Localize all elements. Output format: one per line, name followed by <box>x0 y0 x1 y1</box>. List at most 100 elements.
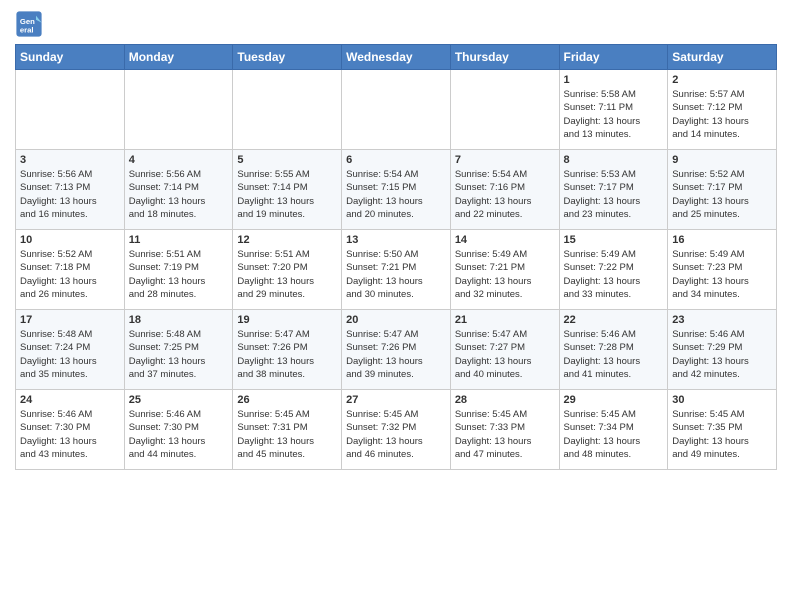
day-info: Sunrise: 5:47 AM Sunset: 7:27 PM Dayligh… <box>455 328 555 381</box>
day-info: Sunrise: 5:58 AM Sunset: 7:11 PM Dayligh… <box>564 88 664 141</box>
day-info: Sunrise: 5:48 AM Sunset: 7:24 PM Dayligh… <box>20 328 120 381</box>
day-info: Sunrise: 5:57 AM Sunset: 7:12 PM Dayligh… <box>672 88 772 141</box>
day-number: 10 <box>20 234 120 246</box>
day-info: Sunrise: 5:47 AM Sunset: 7:26 PM Dayligh… <box>237 328 337 381</box>
calendar-cell: 11 Sunrise: 5:51 AM Sunset: 7:19 PM Dayli… <box>124 230 233 310</box>
day-info: Sunrise: 5:45 AM Sunset: 7:32 PM Dayligh… <box>346 408 446 461</box>
calendar-cell: 21Sunrise: 5:47 AM Sunset: 7:27 PM Dayli… <box>450 310 559 390</box>
calendar-week-1: 1 Sunrise: 5:58 AM Sunset: 7:11 PM Daylig… <box>16 70 777 150</box>
calendar-cell: 23 Sunrise: 5:46 AM Sunset: 7:29 PM Dayli… <box>668 310 777 390</box>
day-number: 29 <box>564 394 664 406</box>
day-number: 18 <box>129 314 229 326</box>
day-number: 9 <box>672 154 772 166</box>
day-number: 6 <box>346 154 446 166</box>
calendar-cell: 27 Sunrise: 5:45 AM Sunset: 7:32 PM Dayli… <box>342 390 451 470</box>
day-info: Sunrise: 5:46 AM Sunset: 7:30 PM Dayligh… <box>20 408 120 461</box>
calendar-cell: 4 Sunrise: 5:56 AM Sunset: 7:14 PM Daylig… <box>124 150 233 230</box>
day-info: Sunrise: 5:49 AM Sunset: 7:22 PM Dayligh… <box>564 248 664 301</box>
day-number: 30 <box>672 394 772 406</box>
day-number: 1 <box>564 74 664 86</box>
day-number: 16 <box>672 234 772 246</box>
day-number: 15 <box>564 234 664 246</box>
day-number: 5 <box>237 154 337 166</box>
calendar-cell <box>450 70 559 150</box>
day-number: 27 <box>346 394 446 406</box>
weekday-header-friday: Friday <box>559 45 668 70</box>
calendar-cell: 8 Sunrise: 5:53 AM Sunset: 7:17 PM Daylig… <box>559 150 668 230</box>
svg-text:eral: eral <box>20 25 34 34</box>
calendar-cell: 13 Sunrise: 5:50 AM Sunset: 7:21 PM Dayli… <box>342 230 451 310</box>
calendar-cell: 16 Sunrise: 5:49 AM Sunset: 7:23 PM Dayli… <box>668 230 777 310</box>
day-info: Sunrise: 5:45 AM Sunset: 7:31 PM Dayligh… <box>237 408 337 461</box>
day-info: Sunrise: 5:51 AM Sunset: 7:20 PM Dayligh… <box>237 248 337 301</box>
calendar-cell: 12 Sunrise: 5:51 AM Sunset: 7:20 PM Dayli… <box>233 230 342 310</box>
day-number: 3 <box>20 154 120 166</box>
day-info: Sunrise: 5:51 AM Sunset: 7:19 PM Dayligh… <box>129 248 229 301</box>
calendar-week-3: 10 Sunrise: 5:52 AM Sunset: 7:18 PM Dayli… <box>16 230 777 310</box>
calendar-cell: 18 Sunrise: 5:48 AM Sunset: 7:25 PM Dayli… <box>124 310 233 390</box>
day-info: Sunrise: 5:54 AM Sunset: 7:16 PM Dayligh… <box>455 168 555 221</box>
calendar-cell: 9Sunrise: 5:52 AM Sunset: 7:17 PM Daylig… <box>668 150 777 230</box>
calendar-cell: 24Sunrise: 5:46 AM Sunset: 7:30 PM Dayli… <box>16 390 125 470</box>
weekday-header-tuesday: Tuesday <box>233 45 342 70</box>
calendar-cell: 30 Sunrise: 5:45 AM Sunset: 7:35 PM Dayli… <box>668 390 777 470</box>
day-info: Sunrise: 5:49 AM Sunset: 7:23 PM Dayligh… <box>672 248 772 301</box>
day-number: 2 <box>672 74 772 86</box>
day-info: Sunrise: 5:45 AM Sunset: 7:33 PM Dayligh… <box>455 408 555 461</box>
day-number: 19 <box>237 314 337 326</box>
calendar-cell <box>124 70 233 150</box>
calendar-cell <box>233 70 342 150</box>
day-info: Sunrise: 5:52 AM Sunset: 7:18 PM Dayligh… <box>20 248 120 301</box>
day-number: 23 <box>672 314 772 326</box>
day-number: 22 <box>564 314 664 326</box>
day-info: Sunrise: 5:46 AM Sunset: 7:30 PM Dayligh… <box>129 408 229 461</box>
calendar-cell: 15 Sunrise: 5:49 AM Sunset: 7:22 PM Dayli… <box>559 230 668 310</box>
day-number: 26 <box>237 394 337 406</box>
calendar-cell: 17 Sunrise: 5:48 AM Sunset: 7:24 PM Dayli… <box>16 310 125 390</box>
day-info: Sunrise: 5:46 AM Sunset: 7:29 PM Dayligh… <box>672 328 772 381</box>
day-info: Sunrise: 5:50 AM Sunset: 7:21 PM Dayligh… <box>346 248 446 301</box>
day-info: Sunrise: 5:53 AM Sunset: 7:17 PM Dayligh… <box>564 168 664 221</box>
weekday-header-monday: Monday <box>124 45 233 70</box>
day-number: 20 <box>346 314 446 326</box>
calendar-cell: 2 Sunrise: 5:57 AM Sunset: 7:12 PM Daylig… <box>668 70 777 150</box>
weekday-header-sunday: Sunday <box>16 45 125 70</box>
calendar-cell: 10 Sunrise: 5:52 AM Sunset: 7:18 PM Dayli… <box>16 230 125 310</box>
calendar-cell <box>16 70 125 150</box>
day-number: 12 <box>237 234 337 246</box>
calendar-cell: 14 Sunrise: 5:49 AM Sunset: 7:21 PM Dayli… <box>450 230 559 310</box>
weekday-header-thursday: Thursday <box>450 45 559 70</box>
day-number: 25 <box>129 394 229 406</box>
day-number: 14 <box>455 234 555 246</box>
day-info: Sunrise: 5:54 AM Sunset: 7:15 PM Dayligh… <box>346 168 446 221</box>
day-number: 7 <box>455 154 555 166</box>
logo: Gen eral <box>15 10 47 38</box>
day-number: 4 <box>129 154 229 166</box>
day-info: Sunrise: 5:55 AM Sunset: 7:14 PM Dayligh… <box>237 168 337 221</box>
calendar-cell: 7 Sunrise: 5:54 AM Sunset: 7:16 PM Daylig… <box>450 150 559 230</box>
day-number: 11 <box>129 234 229 246</box>
calendar-week-5: 24Sunrise: 5:46 AM Sunset: 7:30 PM Dayli… <box>16 390 777 470</box>
calendar-cell <box>342 70 451 150</box>
calendar-cell: 6 Sunrise: 5:54 AM Sunset: 7:15 PM Daylig… <box>342 150 451 230</box>
day-number: 8 <box>564 154 664 166</box>
day-info: Sunrise: 5:56 AM Sunset: 7:14 PM Dayligh… <box>129 168 229 221</box>
calendar-week-4: 17 Sunrise: 5:48 AM Sunset: 7:24 PM Dayli… <box>16 310 777 390</box>
page-header: Gen eral <box>15 10 777 38</box>
day-info: Sunrise: 5:49 AM Sunset: 7:21 PM Dayligh… <box>455 248 555 301</box>
day-number: 28 <box>455 394 555 406</box>
calendar-cell: 29Sunrise: 5:45 AM Sunset: 7:34 PM Dayli… <box>559 390 668 470</box>
calendar-cell: 28 Sunrise: 5:45 AM Sunset: 7:33 PM Dayli… <box>450 390 559 470</box>
calendar-cell: 3Sunrise: 5:56 AM Sunset: 7:13 PM Daylig… <box>16 150 125 230</box>
calendar-header-row: SundayMondayTuesdayWednesdayThursdayFrid… <box>16 45 777 70</box>
day-number: 17 <box>20 314 120 326</box>
calendar-cell: 19 Sunrise: 5:47 AM Sunset: 7:26 PM Dayli… <box>233 310 342 390</box>
day-info: Sunrise: 5:45 AM Sunset: 7:35 PM Dayligh… <box>672 408 772 461</box>
logo-icon: Gen eral <box>15 10 43 38</box>
calendar-week-2: 3Sunrise: 5:56 AM Sunset: 7:13 PM Daylig… <box>16 150 777 230</box>
day-info: Sunrise: 5:46 AM Sunset: 7:28 PM Dayligh… <box>564 328 664 381</box>
calendar: SundayMondayTuesdayWednesdayThursdayFrid… <box>15 44 777 470</box>
day-info: Sunrise: 5:48 AM Sunset: 7:25 PM Dayligh… <box>129 328 229 381</box>
day-number: 13 <box>346 234 446 246</box>
calendar-cell: 20Sunrise: 5:47 AM Sunset: 7:26 PM Dayli… <box>342 310 451 390</box>
